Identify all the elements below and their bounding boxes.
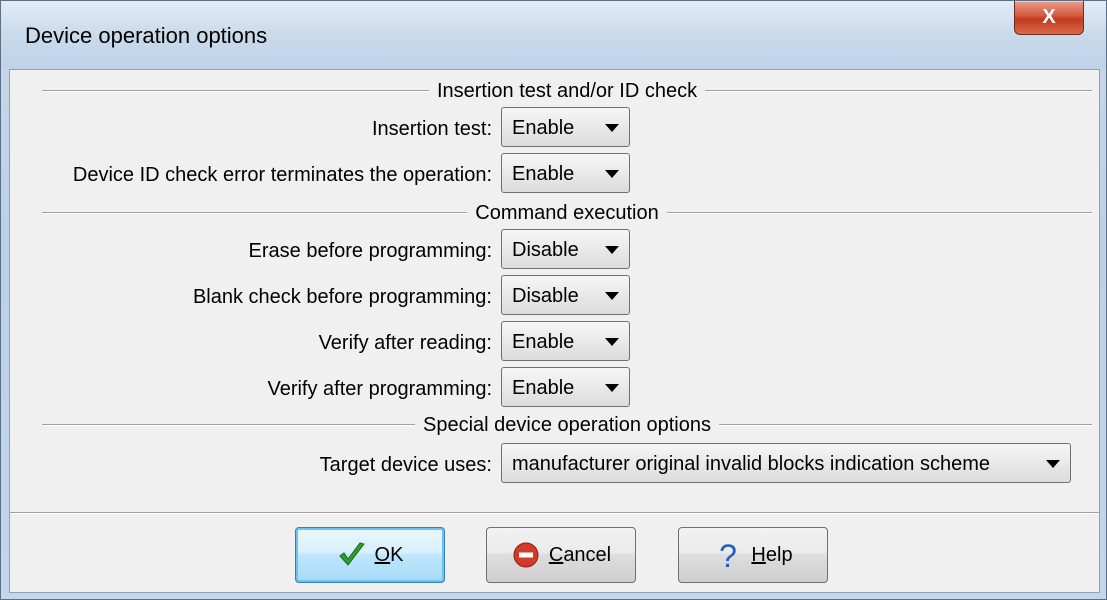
target-device-uses-select[interactable]: manufacturer original invalid blocks ind… bbox=[501, 443, 1071, 483]
field-label: Target device uses: bbox=[319, 454, 492, 476]
svg-text:?: ? bbox=[720, 540, 738, 570]
ok-button[interactable]: OK bbox=[295, 527, 445, 583]
title-bar[interactable]: Device operation options X bbox=[1, 1, 1106, 69]
group-header-command: Command execution bbox=[42, 198, 1092, 228]
dropdown-arrow-icon bbox=[605, 124, 619, 132]
dropdown-arrow-icon bbox=[1046, 460, 1060, 468]
dropdown-arrow-icon bbox=[605, 246, 619, 254]
dropdown-arrow-icon bbox=[605, 292, 619, 300]
group-title: Command execution bbox=[475, 201, 659, 224]
cancel-label: Cancel bbox=[548, 543, 612, 566]
field-label: Verify after reading: bbox=[318, 332, 492, 354]
dropdown-arrow-icon bbox=[605, 338, 619, 346]
device-id-check-select[interactable]: Enable bbox=[501, 153, 630, 193]
dropdown-arrow-icon bbox=[605, 170, 619, 178]
ok-label: OK bbox=[374, 543, 404, 566]
selected-value: Disable bbox=[512, 285, 579, 307]
selected-value: Enable bbox=[512, 117, 575, 139]
dialog-window: Device operation options X Insertion tes… bbox=[0, 0, 1107, 600]
blank-check-select[interactable]: Disable bbox=[501, 275, 630, 315]
dialog-client-area: Insertion test and/or ID check Insertion… bbox=[9, 69, 1100, 593]
row-verify-after-programming: Verify after programming: bbox=[10, 370, 492, 410]
group-header-special: Special device operation options bbox=[42, 410, 1092, 440]
row-insertion-test: Insertion test: bbox=[10, 110, 492, 150]
dropdown-arrow-icon bbox=[605, 384, 619, 392]
stop-icon bbox=[511, 540, 541, 570]
selected-value: Enable bbox=[512, 331, 575, 353]
group-title: Special device operation options bbox=[423, 413, 711, 436]
window-title: Device operation options bbox=[25, 23, 268, 48]
field-label: Insertion test: bbox=[371, 118, 492, 140]
field-label: Blank check before programming: bbox=[192, 286, 492, 308]
row-verify-after-reading: Verify after reading: bbox=[10, 324, 492, 364]
button-separator bbox=[10, 512, 1099, 514]
close-button[interactable]: X bbox=[1014, 1, 1084, 35]
selected-value: Disable bbox=[512, 239, 579, 261]
question-icon: ? bbox=[713, 538, 743, 574]
erase-before-programming-select[interactable]: Disable bbox=[501, 229, 630, 269]
selected-value: manufacturer original invalid blocks ind… bbox=[512, 453, 991, 475]
field-label: Device ID check error terminates the ope… bbox=[72, 164, 492, 186]
cancel-button[interactable]: Cancel bbox=[486, 527, 636, 583]
field-label: Verify after programming: bbox=[267, 378, 492, 400]
group-title: Insertion test and/or ID check bbox=[436, 79, 698, 102]
help-button[interactable]: ? Help bbox=[678, 527, 828, 583]
checkmark-icon bbox=[337, 540, 367, 570]
group-header-insertion: Insertion test and/or ID check bbox=[42, 76, 1093, 106]
verify-after-programming-select[interactable]: Enable bbox=[501, 367, 630, 407]
row-device-id-check: Device ID check error terminates the ope… bbox=[10, 156, 492, 196]
selected-value: Enable bbox=[512, 163, 575, 185]
row-target-device-uses: Target device uses: bbox=[10, 446, 492, 486]
verify-after-reading-select[interactable]: Enable bbox=[501, 321, 630, 361]
row-blank-check: Blank check before programming: bbox=[10, 278, 492, 318]
insertion-test-select[interactable]: Enable bbox=[501, 107, 630, 147]
help-label: Help bbox=[751, 543, 793, 566]
selected-value: Enable bbox=[512, 377, 575, 399]
row-erase-before: Erase before programming: bbox=[10, 232, 492, 272]
field-label: Erase before programming: bbox=[248, 240, 492, 262]
